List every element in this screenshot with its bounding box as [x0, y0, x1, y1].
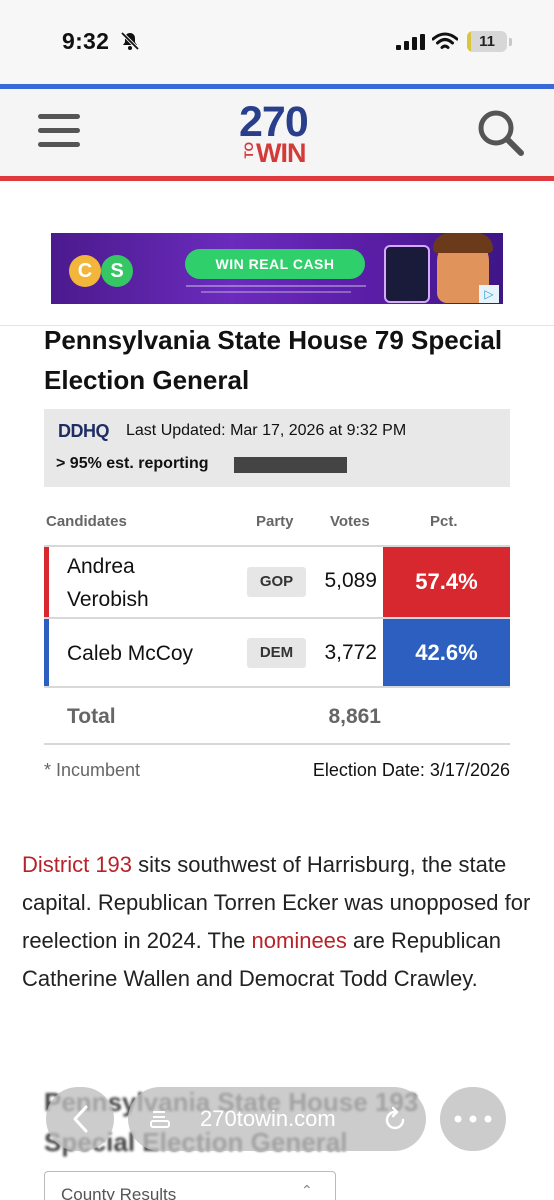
article-paragraph: District 193 sits southwest of Harrisbur…: [22, 846, 532, 998]
candidate-row: Andrea Verobish GOP 5,089 57.4%: [44, 545, 510, 618]
party-color-stripe: [44, 547, 49, 618]
back-button[interactable]: [46, 1087, 114, 1151]
status-bar: 9:32 11: [0, 0, 554, 84]
candidate-votes: 5,089: [324, 569, 377, 592]
ad-banner[interactable]: C S WIN REAL CASH ▷: [51, 233, 503, 304]
district-193-link[interactable]: District 193: [22, 852, 132, 877]
ad-coin-c: C: [69, 255, 101, 287]
party-badge: GOP: [247, 567, 306, 597]
ad-fine-print: [186, 285, 366, 287]
total-label: Total: [67, 705, 116, 728]
county-results-label: County Results: [61, 1185, 177, 1200]
wifi-icon: [432, 32, 458, 49]
incumbent-note: * Incumbent: [44, 760, 141, 780]
cellular-signal-icon: [396, 34, 425, 50]
header-red-stripe: [0, 176, 554, 181]
total-votes: 8,861: [328, 705, 381, 728]
reporting-progress-bar: [234, 457, 347, 473]
ad-cta-button[interactable]: WIN REAL CASH: [185, 249, 365, 279]
party-color-stripe: [44, 619, 49, 686]
last-updated-text: Last Updated: Mar 17, 2026 at 9:32 PM: [126, 422, 407, 439]
status-time: 9:32: [62, 28, 110, 54]
battery-cap: [509, 38, 512, 46]
candidate-pct: 57.4%: [383, 547, 510, 618]
reporting-text: > 95% est. reporting: [56, 455, 209, 472]
ad-phone-image: [384, 245, 430, 303]
nominees-link[interactable]: nominees: [252, 928, 347, 953]
header-votes: Votes: [330, 513, 370, 530]
candidate-name: Caleb McCoy: [67, 642, 194, 665]
adchoices-icon[interactable]: ▷: [479, 285, 499, 303]
candidate-votes: 3,772: [324, 641, 377, 664]
reader-mode-icon[interactable]: [148, 1107, 172, 1131]
search-icon[interactable]: [476, 108, 526, 158]
reload-icon[interactable]: [382, 1105, 408, 1133]
hamburger-menu-icon[interactable]: [38, 112, 80, 150]
more-options-button[interactable]: [440, 1087, 506, 1151]
url-text: 270towin.com: [200, 1106, 336, 1131]
ddhq-logo: DDHQ: [58, 421, 110, 441]
logo-win-text: WIN: [256, 138, 306, 168]
ad-coin-s: S: [101, 255, 133, 287]
ad-character-hair: [433, 233, 493, 253]
more-dots-icon: [454, 1115, 492, 1123]
bell-off-icon: [120, 31, 140, 51]
ad-fine-print-2: [201, 291, 351, 293]
header-party: Party: [256, 513, 294, 530]
battery-percentage: 11: [479, 33, 495, 50]
header-pct: Pct.: [430, 513, 458, 530]
candidate-pct: 42.6%: [383, 619, 510, 686]
address-bar[interactable]: 270towin.com: [128, 1087, 426, 1151]
select-chevron-icon: ⌃: [301, 1182, 313, 1198]
chevron-left-icon: [73, 1105, 88, 1133]
divider: [44, 743, 510, 745]
race-title: Pennsylvania State House 79 Special Elec…: [44, 325, 503, 395]
election-date: Election Date: 3/17/2026: [312, 760, 510, 780]
battery-indicator: 11: [467, 31, 507, 52]
candidate-row: Caleb McCoy DEM 3,772 42.6%: [44, 617, 510, 688]
party-badge: DEM: [247, 638, 306, 668]
logo-to-text: TO: [242, 142, 256, 159]
county-results-select[interactable]: County Results ⌃: [44, 1171, 336, 1200]
site-logo[interactable]: 270 TO WIN: [239, 98, 319, 168]
candidate-name: Andrea Verobish: [67, 555, 149, 611]
race-info-box: DDHQ Last Updated: Mar 17, 2026 at 9:32 …: [44, 409, 510, 487]
header-candidates: Candidates: [46, 513, 127, 530]
